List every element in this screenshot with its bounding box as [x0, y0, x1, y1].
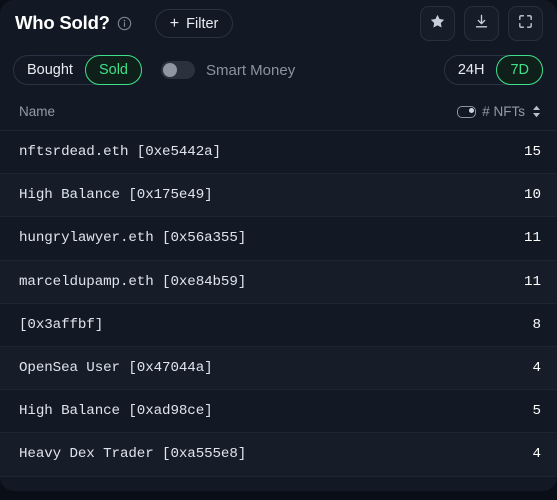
row-name: marceldupamp.eth [0xe84b59] — [19, 273, 247, 290]
page-title: Who Sold? — [15, 12, 110, 34]
star-icon — [429, 13, 446, 35]
table-row[interactable]: Heavy Dex Trader [0xa555e8] 4 — [0, 433, 557, 477]
who-sold-card: Who Sold? + Filter Bought Sold Smart Mon… — [0, 0, 557, 491]
fullscreen-button[interactable] — [508, 6, 543, 41]
row-name: [0x3affbf] — [19, 316, 104, 333]
table-row[interactable]: High Balance [0xad98ce] 5 — [0, 390, 557, 434]
table-row[interactable]: nftsrdead.eth [0xe5442a] 15 — [0, 131, 557, 175]
row-nft-count: 4 — [532, 360, 541, 377]
download-button[interactable] — [464, 6, 499, 41]
timeframe-toggle-group: 24H 7D — [443, 55, 543, 85]
smart-money-label: Smart Money — [206, 61, 296, 79]
row-name: High Balance [0xad98ce] — [19, 403, 213, 420]
row-name: hungrylawyer.eth [0x56a355] — [19, 230, 247, 247]
row-name: Heavy Dex Trader [0xa555e8] — [19, 446, 247, 463]
row-nft-count: 11 — [523, 273, 541, 290]
timeframe-24h[interactable]: 24H — [444, 55, 499, 85]
row-name: High Balance [0x175e49] — [19, 187, 213, 204]
sort-arrows-icon[interactable] — [532, 105, 541, 118]
table-row[interactable]: High Balance [0x175e49] 10 — [0, 174, 557, 218]
smart-money-control[interactable]: Smart Money — [161, 61, 295, 79]
table-row[interactable]: marceldupamp.eth [0xe84b59] 11 — [0, 260, 557, 304]
info-circle-icon[interactable] — [117, 16, 132, 31]
filter-button-label: Filter — [186, 15, 219, 32]
row-nft-count: 4 — [532, 446, 541, 463]
timeframe-7d[interactable]: 7D — [496, 55, 543, 85]
add-filter-button[interactable]: + Filter — [154, 9, 234, 38]
row-nft-count: 10 — [523, 187, 541, 204]
toggle-knob — [163, 63, 177, 77]
card-header: Who Sold? + Filter — [0, 0, 557, 47]
row-nft-count: 11 — [523, 230, 541, 247]
filters-bar: Bought Sold Smart Money 24H 7D — [0, 47, 557, 93]
row-nft-count: 15 — [523, 144, 541, 161]
row-name: nftsrdead.eth [0xe5442a] — [19, 144, 221, 161]
row-name: OpenSea User [0x47044a] — [19, 360, 213, 377]
favorite-button[interactable] — [420, 6, 455, 41]
table-row[interactable]: [0x3affbf] 8 — [0, 304, 557, 347]
table-row[interactable]: hungrylawyer.eth [0x56a355] 11 — [0, 217, 557, 261]
plus-icon: + — [169, 14, 180, 32]
side-toggle-group: Bought Sold — [13, 55, 142, 85]
table-row[interactable]: OpenSea User [0x47044a] 4 — [0, 346, 557, 391]
row-nft-count: 8 — [532, 316, 541, 333]
toggle-switch-icon[interactable] — [161, 61, 195, 79]
column-header-nfts[interactable]: # NFTs — [457, 104, 541, 119]
mini-toggle-icon[interactable] — [457, 105, 477, 118]
table-body: nftsrdead.eth [0xe5442a] 15 High Balance… — [0, 131, 557, 477]
download-icon — [473, 13, 490, 35]
side-toggle-sold[interactable]: Sold — [84, 55, 142, 85]
row-nft-count: 5 — [532, 403, 541, 420]
side-toggle-bought[interactable]: Bought — [13, 55, 87, 85]
column-header-name[interactable]: Name — [19, 104, 55, 119]
table-header: Name # NFTs — [0, 93, 557, 131]
column-header-nfts-label: # NFTs — [482, 104, 525, 119]
fullscreen-icon — [517, 13, 534, 35]
